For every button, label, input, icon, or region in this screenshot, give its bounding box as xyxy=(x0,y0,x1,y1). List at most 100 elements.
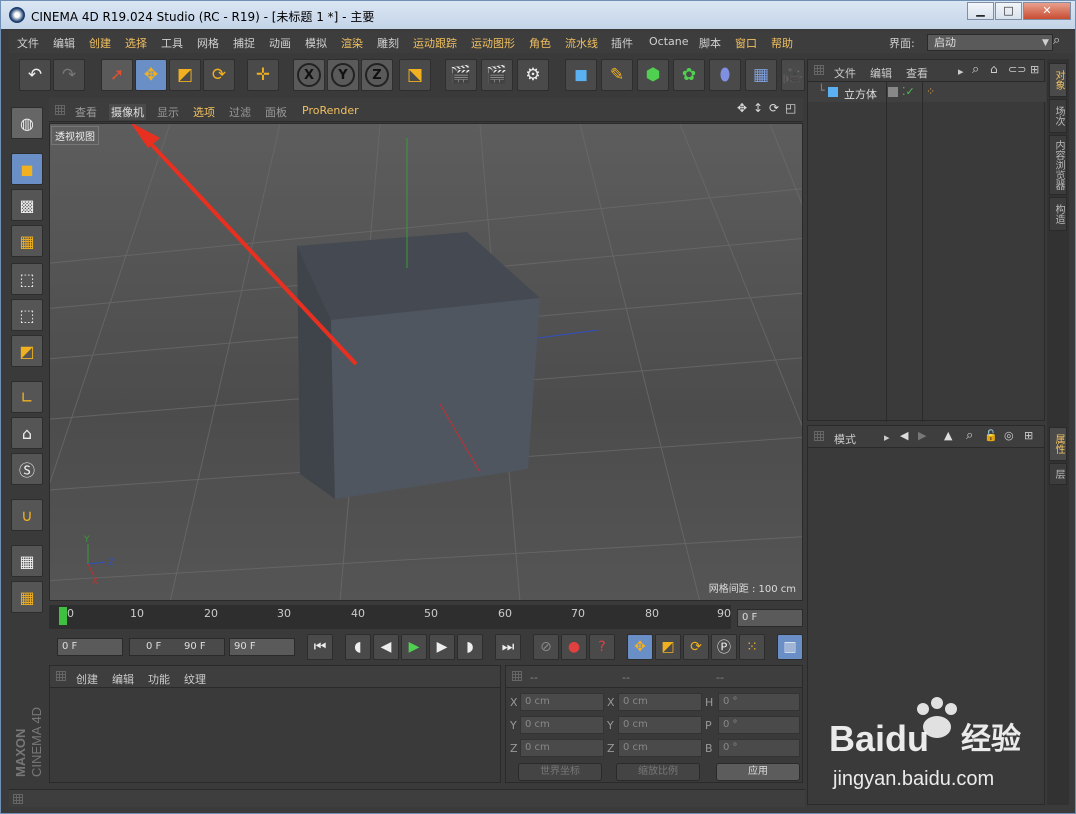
go-to-start-button[interactable]: ⏮ xyxy=(307,634,333,660)
layout-dropdown[interactable]: 启动 ▼ xyxy=(927,34,1053,51)
object-menu-edit[interactable]: 编辑 xyxy=(870,65,892,81)
menu-render[interactable]: 渲染 xyxy=(341,35,363,51)
make-editable-button[interactable]: ◍ xyxy=(11,107,43,139)
drag-grip-icon[interactable] xyxy=(814,431,824,441)
visibility-dots-icon[interactable]: ⁚✓ xyxy=(902,85,915,98)
tab-takes[interactable]: 场次 xyxy=(1049,99,1067,133)
drag-grip-icon[interactable] xyxy=(13,794,23,804)
menu-mograph[interactable]: 运动图形 xyxy=(471,35,515,51)
menu-window[interactable]: 窗口 xyxy=(735,35,757,51)
search-icon[interactable]: ⌕ xyxy=(972,62,979,77)
keyframe-selection-button[interactable]: ? xyxy=(589,634,615,660)
home-icon[interactable]: ⌂ xyxy=(990,62,998,76)
menu-tools[interactable]: 工具 xyxy=(161,35,183,51)
floor-button[interactable]: ▦ xyxy=(745,59,777,91)
viewport-menu-filter[interactable]: 过滤 xyxy=(229,104,251,120)
viewport-menu-options[interactable]: 选项 xyxy=(193,104,215,120)
menu-help[interactable]: 帮助 xyxy=(771,35,793,51)
record-active-button[interactable]: ⊘ xyxy=(533,634,559,660)
pan-view-icon[interactable]: ✥ xyxy=(737,101,747,115)
menu-character[interactable]: 角色 xyxy=(529,35,551,51)
maximize-button[interactable]: □ xyxy=(995,2,1022,20)
deformer-button[interactable]: ⬮ xyxy=(709,59,741,91)
material-menu-texture[interactable]: 纹理 xyxy=(184,671,206,687)
previous-key-button[interactable]: ◖ xyxy=(345,634,371,660)
viewport-menu-display[interactable]: 显示 xyxy=(157,104,179,120)
viewport-menu-panel[interactable]: 面板 xyxy=(265,104,287,120)
end-frame-field[interactable]: 90 F xyxy=(229,638,295,656)
object-row[interactable]: └ 立方体 ⁚✓ ⁘ xyxy=(808,82,1046,422)
current-frame-field[interactable]: 0 F xyxy=(737,609,803,627)
recent-tool-button[interactable]: ✛ xyxy=(247,59,279,91)
key-parameter-button[interactable]: Ⓟ xyxy=(711,634,737,660)
play-button[interactable]: ▶ xyxy=(401,634,427,660)
render-view-button[interactable]: 🎬 xyxy=(445,59,477,91)
rot-p-field[interactable]: 0 ° xyxy=(718,716,800,734)
new-panel-icon[interactable]: ⊞ xyxy=(1024,429,1033,442)
camera-label[interactable]: 透视视图 xyxy=(51,126,99,145)
chevron-right-icon[interactable]: ▸ xyxy=(958,65,964,78)
object-menu-view[interactable]: 查看 xyxy=(906,65,928,81)
axis-mode-button[interactable]: ∟ xyxy=(11,381,43,413)
edges-mode-button[interactable]: ⬚ xyxy=(11,299,43,331)
key-scale-button[interactable]: ◩ xyxy=(655,634,681,660)
attr-menu-mode[interactable]: 模式 xyxy=(834,431,856,447)
key-position-button[interactable]: ✥ xyxy=(627,634,653,660)
menu-octane[interactable]: Octane xyxy=(649,35,689,48)
workplane-lock-button[interactable]: ▦ xyxy=(11,545,43,577)
menu-file[interactable]: 文件 xyxy=(17,35,39,51)
layer-icon[interactable] xyxy=(888,87,898,97)
close-button[interactable]: ✕ xyxy=(1023,2,1071,20)
search-icon[interactable]: ⌕ xyxy=(966,428,973,443)
menu-simulate[interactable]: 模拟 xyxy=(305,35,327,51)
go-to-end-button[interactable]: ⏭ xyxy=(495,634,521,660)
object-menu-file[interactable]: 文件 xyxy=(834,65,856,81)
select-tool-button[interactable]: ➚ xyxy=(101,59,133,91)
subdivision-surface-button[interactable]: ⬢ xyxy=(637,59,669,91)
tab-objects[interactable]: 对象 xyxy=(1049,63,1067,97)
scale-ratio-dropdown[interactable]: 缩放比例 xyxy=(616,763,700,781)
zoom-view-icon[interactable]: ↕ xyxy=(753,101,763,115)
material-menu-function[interactable]: 功能 xyxy=(148,671,170,687)
drag-grip-icon[interactable] xyxy=(56,671,66,681)
target-icon[interactable]: ◎ xyxy=(1004,429,1014,442)
rot-b-field[interactable]: 0 ° xyxy=(718,739,800,757)
camera-button[interactable]: 🎥 xyxy=(781,59,805,91)
z-axis-lock-button[interactable]: Z xyxy=(361,59,393,91)
next-frame-button[interactable]: ▶ xyxy=(429,634,455,660)
size-z-field[interactable]: 0 cm xyxy=(618,739,702,757)
menu-sculpt[interactable]: 雕刻 xyxy=(377,35,399,51)
y-axis-lock-button[interactable]: Y xyxy=(327,59,359,91)
tag-icon[interactable]: ⁘ xyxy=(926,85,935,98)
cloner-button[interactable]: ✿ xyxy=(673,59,705,91)
scale-tool-button[interactable]: ◩ xyxy=(169,59,201,91)
tab-layers[interactable]: 层 xyxy=(1049,463,1067,485)
key-rotation-button[interactable]: ⟳ xyxy=(683,634,709,660)
menu-create[interactable]: 创建 xyxy=(89,35,111,51)
forward-arrow-icon[interactable]: ▶ xyxy=(918,429,926,442)
render-picture-viewer-button[interactable]: 🎬 xyxy=(481,59,513,91)
rotate-tool-button[interactable]: ⟳ xyxy=(203,59,235,91)
perspective-viewport[interactable]: Y Z X 透视视图 网格间距 : 100 cm xyxy=(49,123,803,601)
timeline-scheme-button[interactable]: ▥ xyxy=(777,634,803,660)
viewport-menu-camera[interactable]: 摄像机 xyxy=(109,104,146,120)
menu-mesh[interactable]: 网格 xyxy=(197,35,219,51)
menu-edit[interactable]: 编辑 xyxy=(53,35,75,51)
new-panel-icon[interactable]: ⊞ xyxy=(1030,63,1039,76)
undo-button[interactable]: ↶ xyxy=(19,59,51,91)
chevron-right-icon[interactable]: ▸ xyxy=(884,431,890,444)
coordinate-system-button[interactable]: ⬔ xyxy=(399,59,431,91)
workplane-rotate-button[interactable]: ▦ xyxy=(11,581,43,613)
back-arrow-icon[interactable]: ◀ xyxy=(900,429,908,442)
up-arrow-icon[interactable]: ▲ xyxy=(944,429,952,442)
apply-button[interactable]: 应用 xyxy=(716,763,800,781)
points-mode-button[interactable]: ⬚ xyxy=(11,263,43,295)
material-menu-edit[interactable]: 编辑 xyxy=(112,671,134,687)
tweak-mode-button[interactable]: ⌂ xyxy=(11,417,43,449)
viewport-menu-view[interactable]: 查看 xyxy=(75,104,97,120)
pos-y-field[interactable]: 0 cm xyxy=(520,716,604,734)
move-tool-button[interactable]: ✥ xyxy=(135,59,167,91)
autokey-button[interactable]: ● xyxy=(561,634,587,660)
material-menu-create[interactable]: 创建 xyxy=(76,671,98,687)
lock-icon[interactable]: 🔓 xyxy=(984,429,998,442)
